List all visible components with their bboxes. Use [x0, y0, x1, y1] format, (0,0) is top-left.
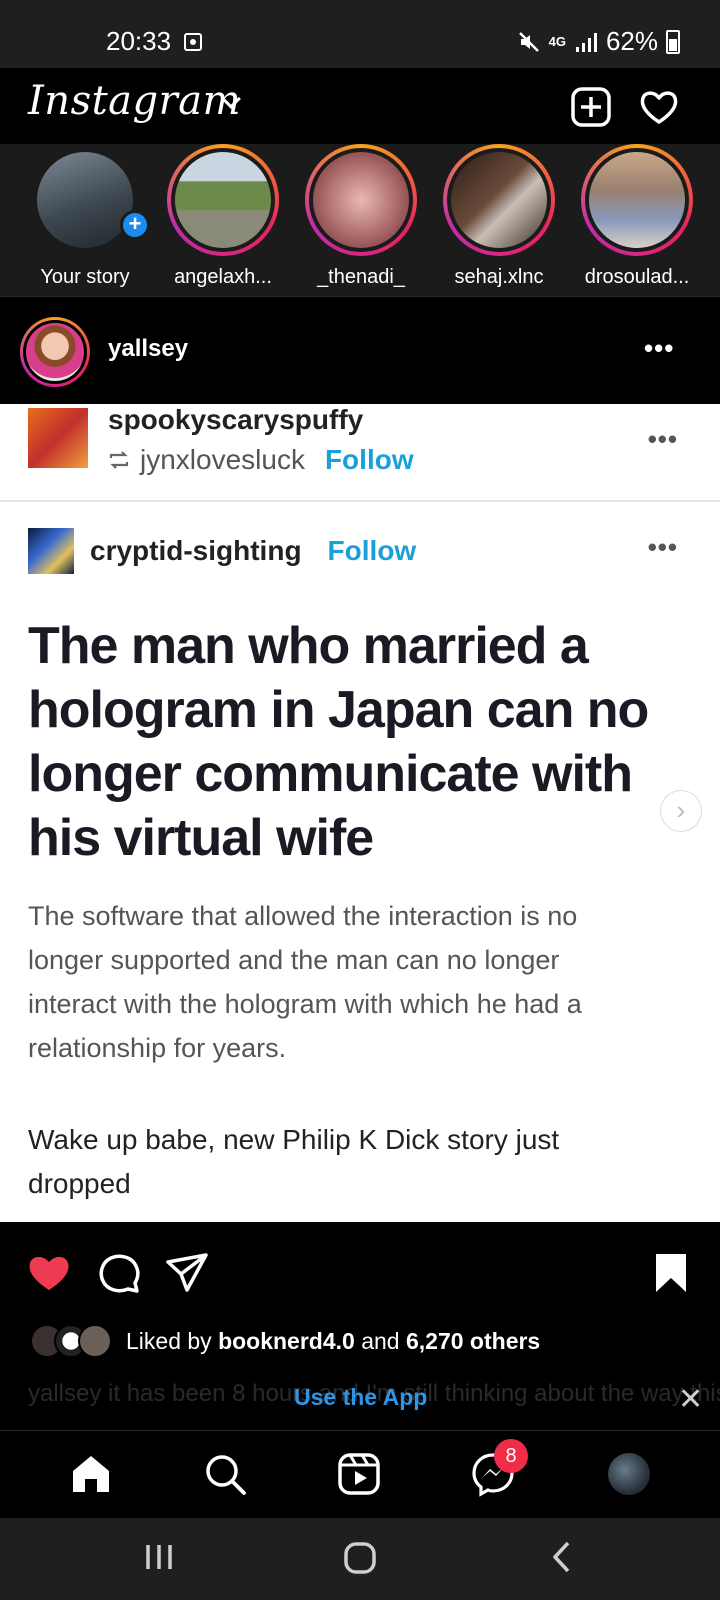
reblog-source: jynxlovesluck Follow	[108, 444, 414, 476]
liker-avatars	[30, 1324, 120, 1360]
home-button-icon[interactable]	[342, 1540, 378, 1576]
reblog-icon	[109, 451, 129, 469]
avatar	[447, 148, 551, 252]
story-label: angelaxh...	[174, 266, 272, 288]
create-post-icon[interactable]	[570, 86, 612, 128]
story-drosoulad[interactable]: drosoulad...	[572, 144, 702, 289]
follow-link: Follow	[327, 535, 417, 566]
story-label: Your story	[40, 266, 130, 288]
avatar	[23, 320, 87, 384]
back-icon[interactable]	[548, 1540, 578, 1574]
story-thenadi[interactable]: _thenadi_	[296, 144, 426, 289]
notifications-heart-icon[interactable]	[638, 86, 680, 128]
mute-icon	[518, 31, 539, 52]
tumblr-caption: Wake up babe, new Philip K Dick story ju…	[28, 1124, 560, 1199]
liker-username[interactable]: booknerd4.0	[218, 1328, 355, 1354]
op-name: cryptid-sighting	[90, 535, 302, 566]
avatar	[585, 148, 689, 252]
reels-icon[interactable]	[336, 1451, 382, 1497]
avatar	[33, 148, 137, 252]
op-avatar	[28, 528, 74, 574]
post-header: yallsey •••	[0, 296, 720, 404]
reblog-header: spookyscaryspuffy jynxlovesluck Follow •…	[0, 404, 720, 502]
article-headline: The man who married a hologram in Japan …	[28, 617, 649, 867]
story-label: _thenadi_	[317, 266, 405, 288]
use-app-banner: yallsey it has been 8 hours and I'm stil…	[0, 1372, 720, 1430]
op-header: cryptid-sighting Follow	[28, 526, 416, 576]
post-image[interactable]: spookyscaryspuffy jynxlovesluck Follow •…	[0, 404, 720, 1222]
messages-badge: 8	[494, 1439, 528, 1473]
battery-percent: 62%	[605, 26, 658, 56]
story-label: sehaj.xlnc	[454, 266, 544, 288]
network-label: 4G	[548, 33, 566, 49]
avatar	[171, 148, 275, 252]
reblogger-name: spookyscaryspuffy	[108, 404, 364, 435]
like-heart-icon[interactable]	[26, 1250, 72, 1296]
follow-link: Follow	[324, 444, 414, 475]
post-username[interactable]: yallsey	[108, 335, 188, 363]
story-angelaxh[interactable]: angelaxh...	[158, 144, 288, 289]
post-author-avatar[interactable]	[20, 317, 90, 387]
app-header: Instagram	[0, 68, 720, 144]
use-the-app-link[interactable]: Use the App	[294, 1384, 427, 1411]
story-sehaj[interactable]: sehaj.xlnc	[434, 144, 564, 289]
stories-tray: + Your story angelaxh... _thenadi_ sehaj…	[0, 144, 720, 296]
likes-summary[interactable]: Liked by booknerd4.0 and 6,270 others	[126, 1328, 540, 1355]
status-indicators: 4G 62%	[517, 26, 680, 57]
instagram-logo[interactable]: Instagram	[28, 78, 241, 124]
recent-apps-icon[interactable]	[142, 1540, 176, 1574]
story-label: drosoulad...	[584, 266, 690, 288]
article-subtext: The software that allowed the interactio…	[28, 901, 582, 1063]
signal-icon	[575, 32, 597, 52]
search-icon[interactable]	[202, 1451, 248, 1497]
post-actions	[0, 1222, 720, 1312]
post-options-icon[interactable]: •••	[644, 333, 674, 364]
avatar	[309, 148, 413, 252]
carousel-next-icon[interactable]: ›	[660, 790, 702, 832]
story-your-story[interactable]: + Your story	[20, 144, 150, 289]
add-story-icon[interactable]: +	[120, 210, 150, 240]
close-icon[interactable]: ✕	[678, 1382, 703, 1417]
home-icon[interactable]	[68, 1451, 114, 1497]
tumblr-more-icon: •••	[647, 532, 678, 562]
status-bar: 20:33 4G 62%	[0, 0, 720, 68]
bottom-nav: 8	[0, 1430, 720, 1518]
system-navigation	[0, 1518, 720, 1600]
tumblr-more-icon: •••	[647, 424, 678, 454]
bookmark-icon[interactable]	[648, 1250, 694, 1296]
reblog-source-name: jynxlovesluck	[140, 444, 305, 475]
likes-row: Liked by booknerd4.0 and 6,270 others	[0, 1312, 720, 1372]
comment-icon[interactable]	[96, 1250, 142, 1296]
share-icon[interactable]	[164, 1250, 210, 1296]
battery-icon	[666, 29, 680, 54]
screen-record-icon	[184, 33, 202, 51]
status-time: 20:33	[106, 26, 172, 56]
likes-count[interactable]: 6,270 others	[406, 1328, 540, 1354]
reblogger-avatar	[28, 408, 88, 468]
profile-avatar[interactable]	[608, 1453, 650, 1495]
avatar	[78, 1324, 112, 1358]
